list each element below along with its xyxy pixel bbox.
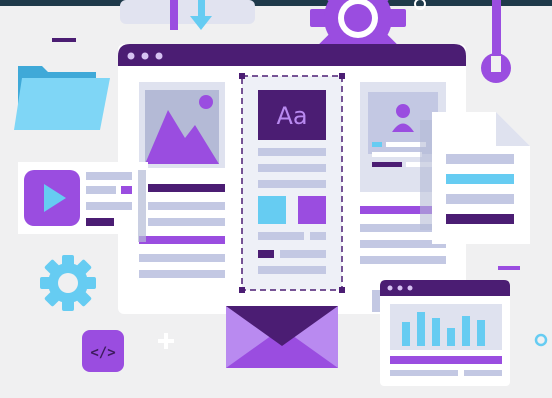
window-dot bbox=[127, 52, 135, 60]
decor-dash bbox=[52, 38, 76, 42]
ring-icon bbox=[534, 333, 548, 347]
image-card bbox=[139, 82, 225, 168]
text-line bbox=[360, 256, 446, 264]
top-strip bbox=[0, 0, 552, 6]
window-dot bbox=[387, 285, 393, 291]
text-line bbox=[139, 202, 225, 210]
gear-icon bbox=[40, 255, 96, 311]
window-dot bbox=[155, 52, 163, 60]
download-card bbox=[120, 0, 255, 30]
bar-chart-icon bbox=[390, 304, 502, 350]
font-sample-label: Aa bbox=[276, 102, 307, 130]
illustration-scene: Aa </> bbox=[0, 0, 552, 398]
window-dot bbox=[407, 285, 413, 291]
text-line bbox=[139, 254, 225, 262]
selection-handle bbox=[239, 287, 245, 293]
selection-handle bbox=[339, 287, 345, 293]
selection-handle bbox=[239, 73, 245, 79]
text-line bbox=[139, 270, 225, 278]
folder-icon bbox=[14, 66, 110, 130]
main-window: Aa bbox=[118, 44, 466, 314]
document-icon bbox=[420, 112, 530, 244]
selection-handle bbox=[339, 73, 345, 79]
decor-dash bbox=[498, 266, 520, 270]
analytics-window bbox=[372, 280, 510, 386]
text-line bbox=[139, 218, 225, 226]
video-card bbox=[18, 162, 148, 242]
envelope-icon bbox=[226, 306, 338, 368]
plus-icon bbox=[158, 333, 174, 349]
window-dot bbox=[141, 52, 149, 60]
text-line bbox=[139, 236, 225, 244]
illustration-canvas: Aa </> bbox=[0, 0, 552, 386]
window-titlebar bbox=[118, 44, 466, 66]
window-dot bbox=[397, 285, 403, 291]
text-line bbox=[139, 184, 225, 192]
code-tag-label: </> bbox=[90, 345, 115, 361]
wrench-icon bbox=[481, 0, 511, 83]
code-icon: </> bbox=[82, 330, 124, 372]
font-card: Aa bbox=[239, 73, 345, 293]
